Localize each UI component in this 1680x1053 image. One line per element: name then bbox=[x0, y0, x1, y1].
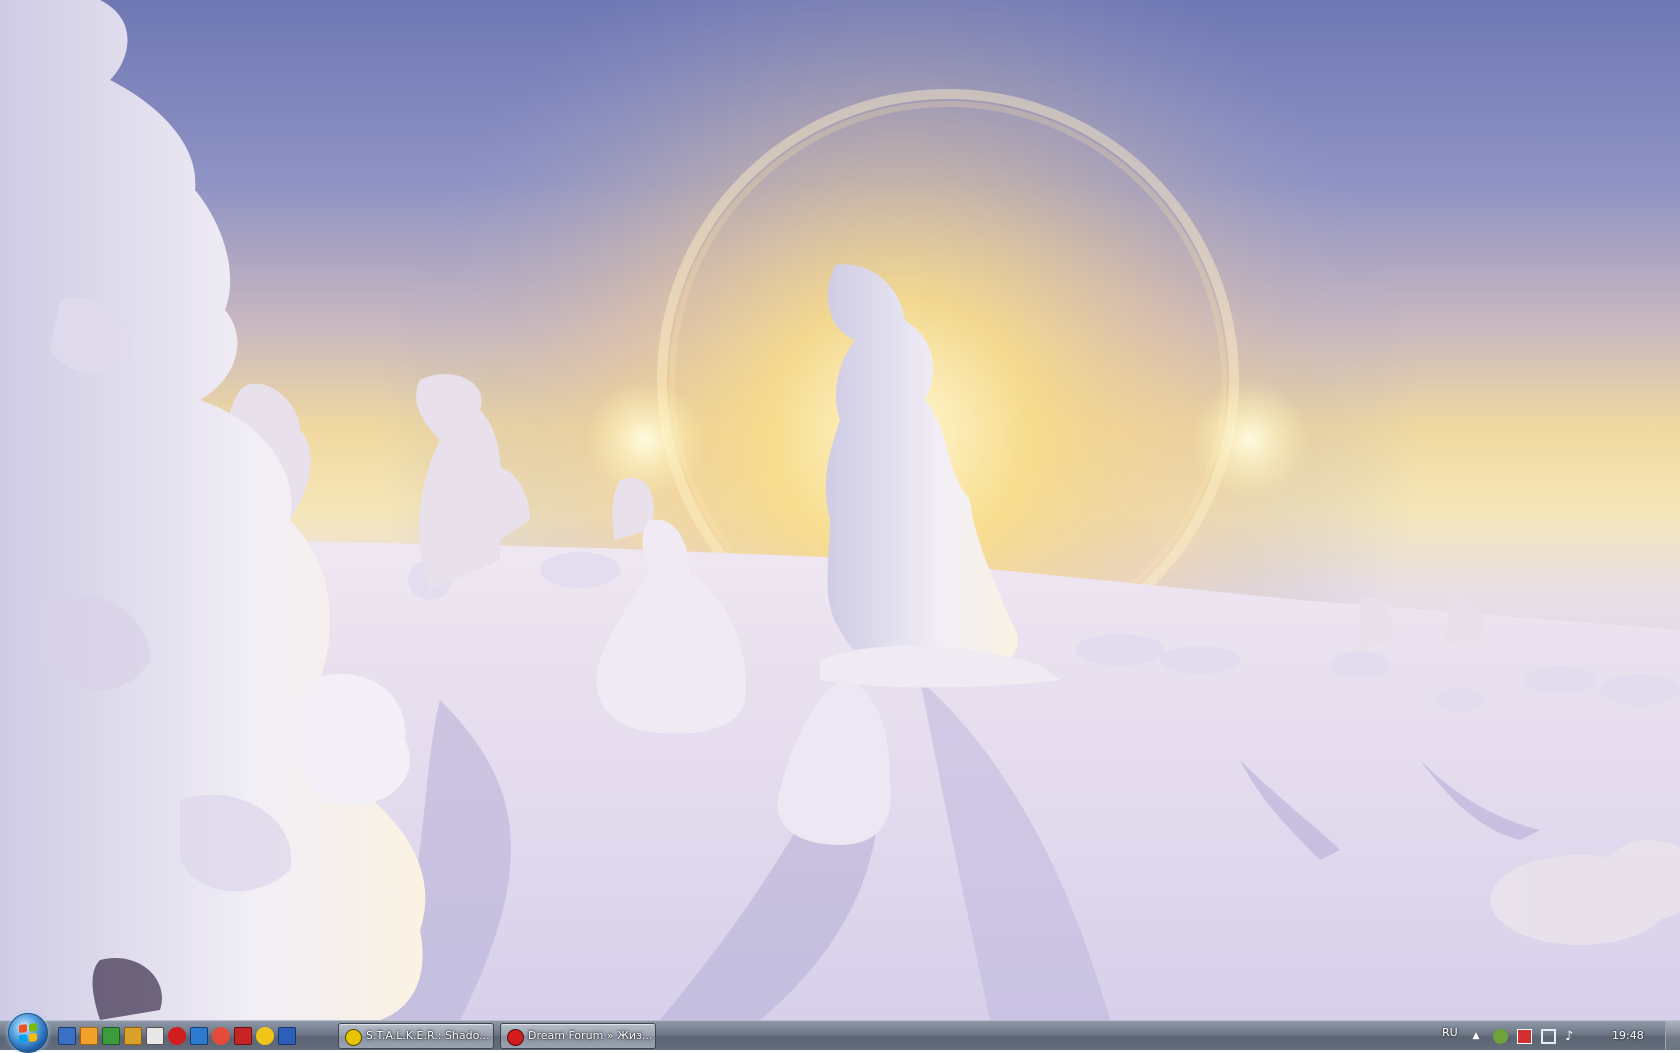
radiation-icon bbox=[345, 1029, 362, 1046]
download-arrow-icon[interactable] bbox=[102, 1027, 120, 1045]
tray-app-icon[interactable] bbox=[1493, 1029, 1508, 1044]
media-player-icon[interactable] bbox=[80, 1027, 98, 1045]
taskbar-item-label: S.T.A.L.K.E.R.: Shado... bbox=[366, 1029, 490, 1042]
show-desktop-button[interactable] bbox=[1665, 1021, 1680, 1050]
clock[interactable]: 19:48 bbox=[1612, 1029, 1644, 1042]
taskbar-item-stalker[interactable]: S.T.A.L.K.E.R.: Shado... bbox=[338, 1023, 494, 1049]
picture-viewer-icon[interactable] bbox=[190, 1027, 208, 1045]
chrome-icon[interactable] bbox=[212, 1027, 230, 1045]
volume-icon[interactable]: ♪ bbox=[1565, 1029, 1580, 1044]
aim-icon[interactable] bbox=[256, 1027, 274, 1045]
network-icon[interactable] bbox=[1541, 1029, 1556, 1044]
wallpaper-image bbox=[0, 0, 1680, 1020]
floppy-save-icon[interactable] bbox=[58, 1027, 76, 1045]
word-icon[interactable] bbox=[278, 1027, 296, 1045]
settings-gear-icon[interactable] bbox=[146, 1027, 164, 1045]
taskbar: S.T.A.L.K.E.R.: Shado... Dream Forum » Ж… bbox=[0, 1013, 1680, 1053]
language-indicator[interactable]: RU bbox=[1442, 1026, 1458, 1039]
desktop-wallpaper bbox=[0, 0, 1680, 1020]
antivirus-icon[interactable] bbox=[234, 1027, 252, 1045]
opera-icon[interactable] bbox=[168, 1027, 186, 1045]
tools-icon[interactable] bbox=[124, 1027, 142, 1045]
show-hidden-arrow-icon[interactable]: ▲ bbox=[1471, 1029, 1481, 1044]
taskbar-item-opera[interactable]: Dream Forum » Жиз... bbox=[500, 1023, 656, 1049]
opera-icon bbox=[507, 1029, 524, 1046]
tray-flag-icon[interactable] bbox=[1517, 1029, 1532, 1044]
start-button[interactable] bbox=[8, 1013, 48, 1053]
taskbar-item-label: Dream Forum » Жиз... bbox=[528, 1029, 653, 1042]
windows-logo-icon bbox=[19, 1023, 37, 1043]
